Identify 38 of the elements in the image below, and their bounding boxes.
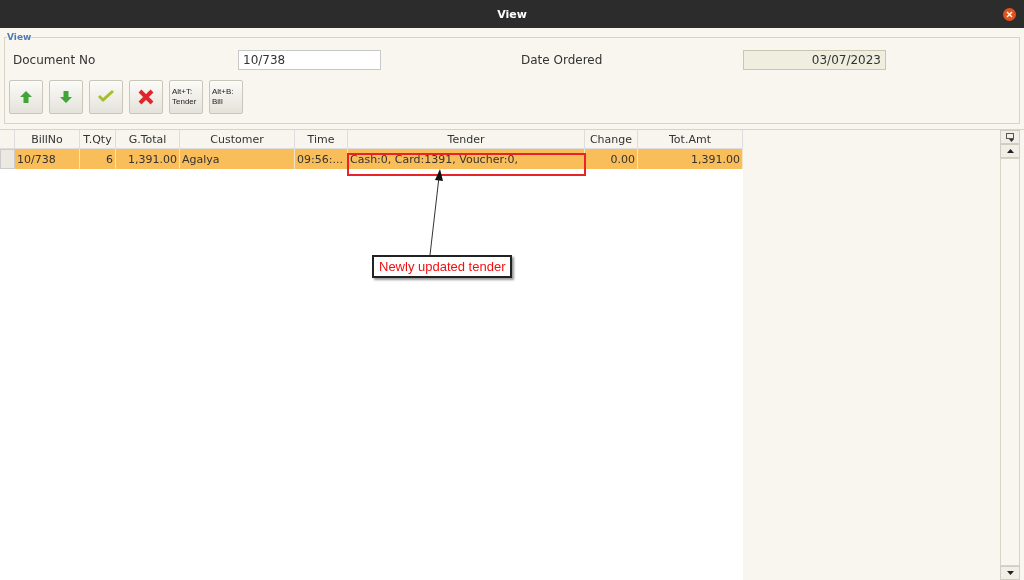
column-menu-button[interactable] [1000,130,1020,144]
up-button[interactable] [9,80,43,114]
table-cell: 09:56:... [295,149,348,169]
scroll-down-button[interactable] [1000,566,1020,580]
cancel-button[interactable] [129,80,163,114]
down-arrow-icon [59,90,73,104]
group-title: View [7,32,32,42]
up-triangle-icon [1006,149,1014,153]
column-header: G.Total [116,130,180,149]
down-triangle-icon [1006,571,1014,575]
table-cell: Agalya [180,149,295,169]
close-button[interactable] [1003,8,1016,21]
column-header: BillNo [15,130,80,149]
down-button[interactable] [49,80,83,114]
table-cell: 1,391.00 [638,149,743,169]
field-label: Date Ordered [520,53,604,67]
text-field[interactable]: 03/07/2023 [743,50,886,70]
column-header: Change [585,130,638,149]
column-header: Tender [348,130,585,149]
column-header: Customer [180,130,295,149]
close-icon [1006,11,1013,18]
up-arrow-icon [19,90,33,104]
close-icon [138,89,154,105]
scroll-up-button[interactable] [1000,144,1020,158]
window-title: View [497,7,527,21]
text-field[interactable]: 10/738 [238,50,381,70]
checkmark-icon [97,90,115,104]
column-header: Time [295,130,348,149]
shortcut-button[interactable]: Alt+B: Bill [209,80,243,114]
table-cell: 10/738 [15,149,80,169]
table-cell: 0.00 [585,149,638,169]
field-label: Document No [12,53,97,67]
callout-label: Newly updated tender [372,255,513,278]
column-header: T.Qty [80,130,116,149]
table-cell: 1,391.00 [116,149,180,169]
shortcut-button[interactable]: Alt+T: Tender [169,80,203,114]
column-header: Tot.Amt [638,130,743,149]
table-cell: 6 [80,149,116,169]
